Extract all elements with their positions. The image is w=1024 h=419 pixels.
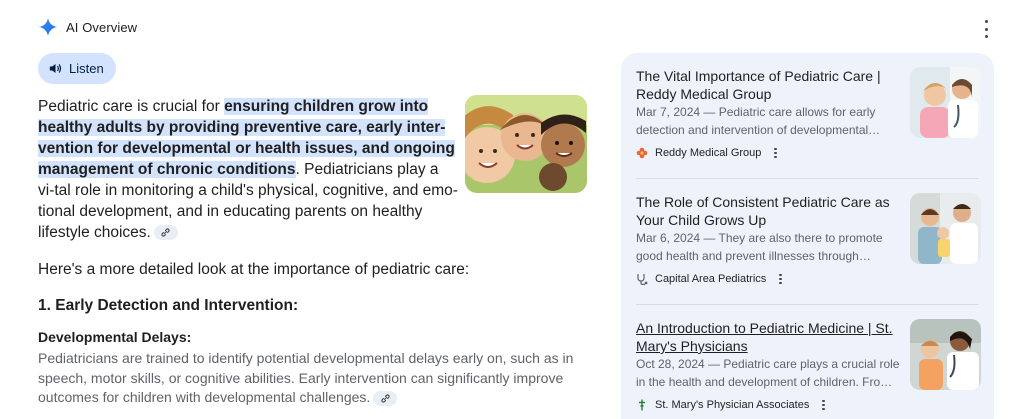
link-citation-chip[interactable] (373, 390, 398, 406)
source-site-name: Reddy Medical Group (655, 147, 762, 159)
sources-panel: The Vital Importance of Pediatric Care |… (621, 53, 994, 419)
source-more-icon[interactable] (774, 147, 777, 159)
source-more-icon[interactable] (779, 273, 782, 285)
source-thumbnail[interactable] (910, 319, 981, 390)
source-snippet: Mar 7, 2024 — Pediatric care allows for … (636, 105, 881, 137)
sub-heading: Developmental Delays: (38, 329, 192, 345)
source-site: Capital Area Pediatrics (636, 273, 981, 285)
source-card[interactable]: An Introduction to Pediatric Medicine | … (636, 319, 981, 411)
detail-intro-text: Here's a more detailed look at the impor… (38, 261, 470, 278)
cross-logo-icon (639, 399, 645, 411)
link-icon (161, 228, 170, 237)
source-card[interactable]: The Role of Consistent Pediatric Care as… (636, 193, 981, 285)
flower-logo-icon (636, 147, 648, 159)
developmental-delays-text: Pediatricians are trained to identify po… (38, 349, 588, 408)
source-more-icon[interactable] (822, 399, 825, 411)
source-card[interactable]: The Vital Importance of Pediatric Care |… (636, 67, 981, 159)
source-site-name: St. Mary's Physician Associates (655, 399, 810, 411)
source-site-name: Capital Area Pediatrics (655, 273, 767, 285)
speaker-icon (49, 64, 62, 73)
gemini-sparkle-icon (38, 17, 58, 37)
children-smiling-image[interactable] (465, 95, 587, 193)
divider (636, 304, 979, 305)
intro-text: Pediatric care is crucial for (38, 98, 225, 115)
source-thumbnail[interactable] (910, 67, 981, 138)
source-site: Reddy Medical Group (636, 147, 981, 159)
sub-text: Pediatricians are trained to identify po… (38, 350, 574, 405)
source-snippet: Oct 28, 2024 — Pediatric care plays a cr… (636, 357, 900, 389)
link-citation-chip[interactable] (153, 225, 178, 241)
ai-overview-title: AI Overview (66, 19, 138, 35)
more-options-icon[interactable] (978, 20, 994, 38)
link-icon (381, 394, 390, 403)
section-heading: 1. Early Detection and Intervention: (38, 297, 299, 314)
source-site: St. Mary's Physician Associates (636, 399, 981, 411)
overview-paragraph: Pediatric care is crucial for ensuring c… (38, 96, 458, 243)
listen-button[interactable]: Listen (38, 53, 116, 84)
source-title[interactable]: The Role of Consistent Pediatric Care as… (636, 193, 898, 229)
stethoscope-logo-icon (637, 274, 648, 285)
source-title[interactable]: An Introduction to Pediatric Medicine | … (636, 319, 898, 355)
source-snippet: Mar 6, 2024 — They are also there to pro… (636, 231, 883, 263)
ai-overview-header: AI Overview (38, 17, 137, 37)
source-thumbnail[interactable] (910, 193, 981, 264)
divider (636, 178, 979, 179)
source-title[interactable]: The Vital Importance of Pediatric Care |… (636, 67, 898, 103)
listen-label: Listen (69, 61, 104, 76)
